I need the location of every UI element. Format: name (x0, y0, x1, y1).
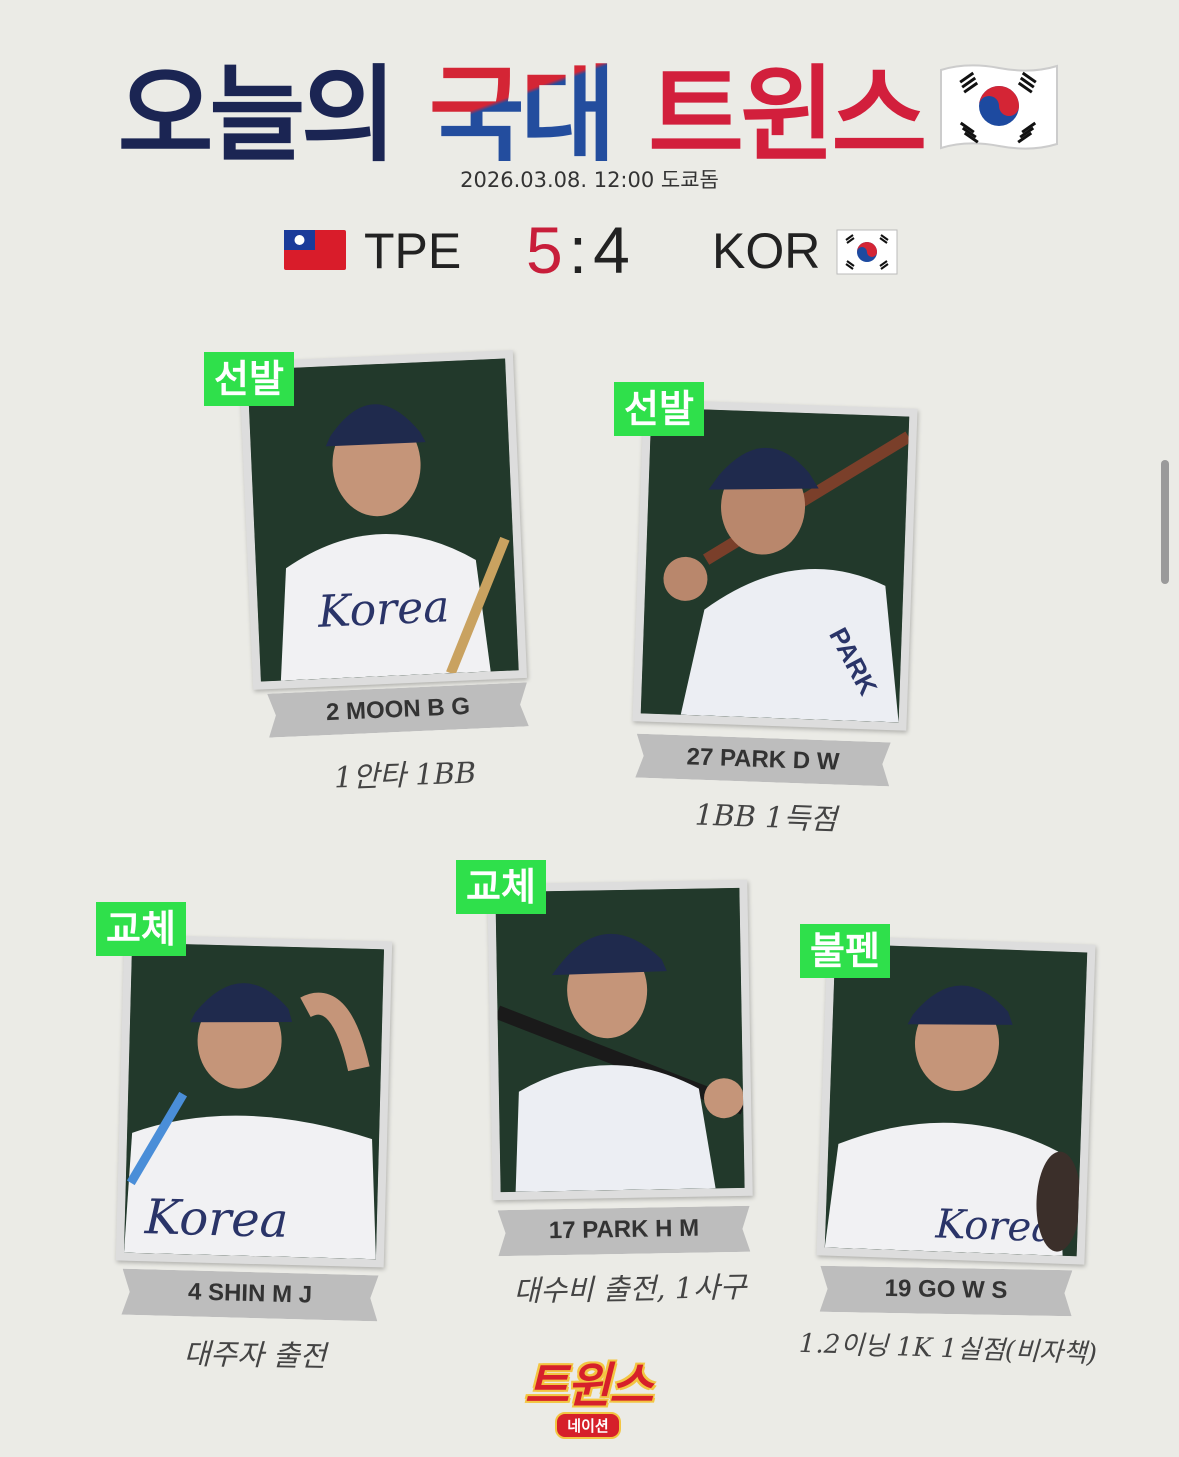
south-korea-flag-icon (836, 229, 898, 275)
logo-main-text: 트윈스 (524, 1358, 653, 1414)
player-stat: 1안타 1BB (333, 755, 477, 795)
player-photo: PARK (632, 399, 918, 731)
taiwan-flag-icon (284, 230, 346, 270)
player-name: 2 MOON B G (267, 682, 529, 737)
player-stat: 1BB 1득점 (694, 797, 838, 837)
page-title: 오늘의 국대 트윈스 (0, 30, 1179, 181)
role-tag: 교체 (96, 902, 186, 956)
home-team-label: TPE (364, 223, 462, 279)
game-datetime-venue: 2026.03.08. 12:00 도쿄돔 (460, 168, 719, 192)
away-score: 4 (593, 213, 630, 287)
player-image (495, 887, 745, 1193)
player-name: 27 PARK D W (635, 734, 890, 787)
logo-sub-text: 네이션 (555, 1412, 621, 1439)
player-image: Korea (123, 942, 385, 1260)
vertical-scrollbar[interactable] (1161, 460, 1169, 584)
role-tag: 선발 (204, 352, 294, 406)
scoreboard: TPE 5:4 KOR (0, 212, 1179, 288)
title-part-3: 트윈스 (648, 54, 927, 176)
player-stat: 대수비 출전, 1사구 (513, 1269, 747, 1309)
role-tag: 불펜 (800, 924, 890, 978)
player-stat: 대주자 출전 (183, 1336, 327, 1374)
player-image: Korea (247, 358, 519, 682)
home-score: 5 (526, 213, 563, 287)
svg-text:Korea: Korea (143, 1189, 289, 1249)
twins-nation-logo: 트윈스 네이션 (514, 1346, 662, 1442)
title-part-2: 국대 (429, 30, 616, 181)
player-photo: Korea (115, 934, 393, 1268)
away-team-label: KOR (712, 223, 821, 279)
player-photo: Korea (816, 935, 1096, 1265)
player-name: 4 SHIN M J (121, 1269, 378, 1322)
role-tag: 교체 (456, 860, 546, 914)
score: 5:4 (526, 212, 630, 288)
player-name: 19 GO W S (820, 1266, 1073, 1316)
player-image: PARK (640, 407, 910, 723)
player-name: 17 PARK H M (498, 1206, 751, 1256)
role-tag: 선발 (614, 382, 704, 436)
player-stat: 1.2이닝 1K 1실점(비자책) (798, 1328, 1098, 1370)
svg-text:Korea: Korea (316, 581, 451, 638)
player-image: Korea (824, 943, 1088, 1257)
south-korea-flag-icon (940, 63, 1059, 150)
player-photo (487, 879, 753, 1201)
title-part-1: 오늘의 (117, 54, 397, 176)
score-separator: : (568, 213, 588, 287)
